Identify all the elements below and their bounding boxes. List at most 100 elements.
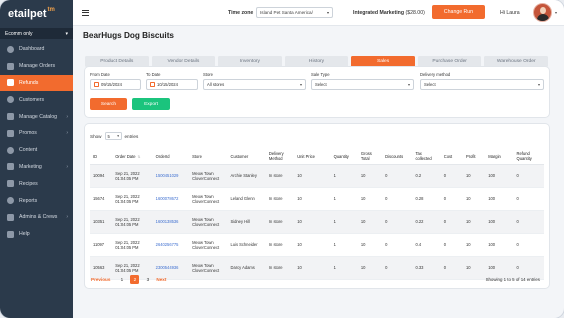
sidebar-item-label: Customers [19, 96, 45, 103]
marketing-icon [7, 163, 14, 171]
column-header[interactable]: Gross Total [357, 149, 383, 165]
sidebar-item-customers[interactable]: Customers [0, 91, 73, 108]
export-button[interactable]: Export [132, 98, 170, 110]
column-header[interactable]: Discounts [382, 149, 413, 165]
chevron-right-icon: › [66, 113, 68, 120]
page-size-select[interactable]: 5 ▾ [104, 132, 122, 140]
column-header[interactable]: Order Date ⇅ [112, 149, 153, 165]
order-id-link[interactable]: 1600078672 [152, 187, 190, 211]
column-header[interactable]: Profit [463, 149, 486, 165]
sidebar-item-label: Refunds [19, 79, 39, 86]
column-header[interactable]: ID [90, 149, 113, 165]
column-header-label: Quantity [333, 153, 349, 159]
sidebar-item-manage-orders[interactable]: Manage Orders [0, 58, 73, 75]
table-cell: 0.33 [412, 256, 441, 280]
from-date-input[interactable]: 09/15/2024 [90, 79, 141, 90]
logo-text: etailpet [8, 8, 47, 20]
table-cell: 0 [513, 187, 544, 211]
column-header[interactable]: Delivery Method [265, 149, 295, 165]
column-header[interactable]: Store [189, 149, 228, 165]
table-cell: Sep 21, 2022 01:04:05 PM [112, 164, 153, 188]
delivery-method-select[interactable]: Select ▾ [420, 79, 544, 90]
sale-type-select[interactable]: Select ▾ [311, 79, 414, 90]
sidebar-item-recipes[interactable]: Recipes [0, 175, 73, 192]
pagination-next[interactable]: Next [156, 277, 166, 282]
sort-icon[interactable]: ⇅ [137, 155, 140, 159]
table-cell: Leland Glenn [227, 187, 266, 211]
catalog-icon [7, 113, 14, 121]
search-button[interactable]: Search [90, 98, 127, 110]
column-header-label: Customer [230, 153, 249, 159]
table-cell: 1 [330, 256, 358, 280]
chevron-down-icon[interactable]: ▾ [555, 10, 557, 15]
sidebar-item-label: Marketing [19, 163, 42, 170]
tab-purchase-order[interactable]: Purchase Order [417, 56, 482, 67]
pagination-page[interactable]: 1 [117, 275, 126, 284]
table-cell: Meow Town CloverConnect [189, 233, 228, 257]
client-select[interactable]: Ecomm only ▾ [0, 28, 73, 39]
column-header[interactable]: Cost [440, 149, 464, 165]
table-cell: 10 [463, 164, 486, 188]
column-header[interactable]: Unit Price [294, 149, 331, 165]
table-cell: Sep 21, 2022 01:04:05 PM [112, 187, 153, 211]
table-cell: 0 [440, 210, 464, 234]
sidebar-item-marketing[interactable]: Marketing › [0, 159, 73, 176]
sidebar-item-manage-catalog[interactable]: Manage Catalog › [0, 108, 73, 125]
column-header[interactable]: Customer [227, 149, 266, 165]
chevron-down-icon: ▾ [65, 30, 68, 37]
sidebar-item-label: Manage Catalog [19, 113, 58, 120]
hamburger-menu-icon[interactable] [82, 10, 89, 17]
tab-vendor-details[interactable]: Vendor Details [151, 56, 216, 67]
column-header[interactable]: Tax collected [412, 149, 441, 165]
change-run-button[interactable]: Change Run [432, 5, 485, 19]
sidebar-item-label: Reports [19, 197, 38, 204]
table-cell: 0 [513, 210, 544, 234]
column-header[interactable]: Quantity [330, 149, 358, 165]
tab-warehouse-order[interactable]: Warehouse Order [484, 56, 549, 67]
order-id-link[interactable]: 2640256775 [152, 233, 190, 257]
sidebar-item-help[interactable]: Help [0, 226, 73, 243]
table-cell: Sep 21, 2022 01:04:05 PM [112, 210, 153, 234]
sidebar-item-label: Manage Orders [19, 63, 56, 70]
table-cell: 100 [485, 164, 514, 188]
pagination-page[interactable]: 3 [143, 275, 152, 284]
order-id-link[interactable]: 1600138536 [152, 210, 190, 234]
column-header[interactable]: Margin [485, 149, 514, 165]
avatar[interactable] [533, 3, 552, 22]
table-cell: 10 [357, 256, 383, 280]
timezone-select[interactable]: Island Pet Santa America/ ▾ [256, 7, 333, 18]
tab-product-details[interactable]: Product Details [85, 56, 149, 67]
chevron-down-icon: ▾ [407, 82, 410, 87]
sidebar-item-reports[interactable]: Reports [0, 192, 73, 209]
column-header[interactable]: OrderId [152, 149, 190, 165]
order-id-link[interactable]: 1500451029 [152, 164, 190, 188]
sidebar-item-admins-crews[interactable]: Admins & Crews › [0, 209, 73, 226]
timezone-label: Time zone [228, 10, 254, 16]
table-cell: 15674 [90, 187, 113, 211]
pagination-page[interactable]: 2 [130, 275, 140, 284]
to-date-input[interactable]: 10/15/2024 [146, 79, 198, 90]
store-select[interactable]: All stores ▾ [203, 79, 306, 90]
admins-icon [7, 213, 14, 221]
user-greeting: Hi Laura [500, 10, 520, 16]
product-tabs: Product Details Vendor Details Inventory Hi… [85, 56, 549, 67]
table-cell: 0.4 [412, 233, 441, 257]
tab-inventory[interactable]: Inventory [218, 56, 282, 67]
logo[interactable]: etailpet tm [0, 0, 73, 28]
chevron-down-icon: ▾ [537, 82, 540, 87]
tab-history[interactable]: History [284, 56, 349, 67]
table-cell: Meow Town CloverConnect [189, 164, 228, 188]
table-cell: 0 [440, 187, 464, 211]
tab-sales[interactable]: Sales [351, 56, 415, 67]
pagination-previous[interactable]: Previous [91, 277, 110, 282]
column-header-label: Tax collected [415, 151, 432, 162]
sidebar-item-dashboard[interactable]: Dashboard [0, 41, 73, 58]
sidebar-item-promos[interactable]: Promos › [0, 125, 73, 142]
page-title: BearHugs Dog Biscuits [83, 31, 174, 40]
sidebar-item-content[interactable]: Content [0, 142, 73, 159]
table-cell: 10 [463, 256, 486, 280]
from-date-label: From Date [90, 72, 110, 77]
sidebar-item-refunds[interactable]: Refunds [0, 74, 73, 92]
column-header[interactable]: Refund Quantity [513, 149, 544, 165]
sale-type-value: Select [315, 82, 327, 87]
